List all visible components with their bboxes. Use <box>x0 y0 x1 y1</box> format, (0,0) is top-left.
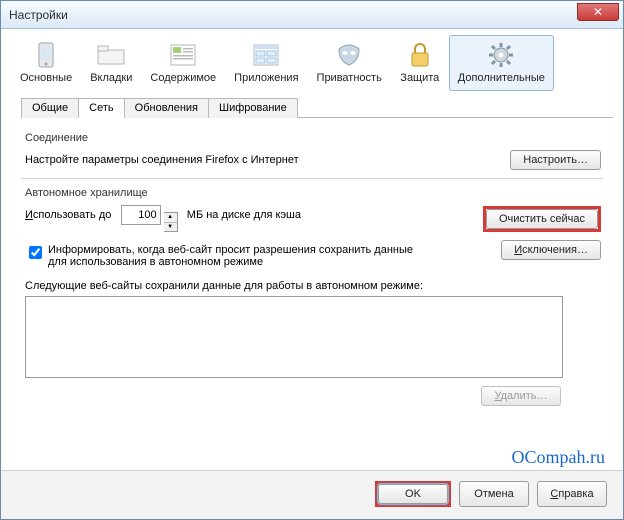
category-applications[interactable]: Приложения <box>225 35 307 91</box>
category-security[interactable]: Защита <box>391 35 449 91</box>
titlebar[interactable]: Настройки ✕ <box>1 1 623 29</box>
chevron-down-icon: ▼ <box>164 223 177 232</box>
delete-site-button: Удалить… <box>481 386 561 406</box>
category-label: Защита <box>400 72 439 84</box>
cache-size-row: Использовать до ▲▼ МБ на диске для кэша <box>25 205 301 232</box>
help-button[interactable]: Справка <box>537 481 607 507</box>
tab-network[interactable]: Сеть <box>78 98 124 118</box>
cache-size-suffix: МБ на диске для кэша <box>187 209 301 221</box>
close-icon: ✕ <box>593 5 603 19</box>
cache-size-spinner[interactable]: ▲▼ <box>164 212 178 232</box>
category-tabs[interactable]: Вкладки <box>81 35 141 91</box>
exceptions-button[interactable]: Исключения… <box>501 240 601 260</box>
category-privacy[interactable]: Приватность <box>308 35 391 91</box>
phone-icon <box>31 40 61 70</box>
category-label: Вкладки <box>90 72 132 84</box>
applications-icon <box>251 40 281 70</box>
configure-connection-button[interactable]: Настроить… <box>510 150 601 170</box>
category-label: Основные <box>20 72 72 84</box>
dialog-footer: OK Отмена Справка <box>1 470 623 519</box>
inform-offline-checkbox[interactable] <box>29 246 42 259</box>
tab-general[interactable]: Общие <box>21 98 79 118</box>
watermark-text: OCompah.ru <box>1 443 623 470</box>
lock-icon <box>405 40 435 70</box>
cancel-button[interactable]: Отмена <box>459 481 529 507</box>
settings-window: Настройки ✕ Основные Вкладки Содержимое <box>0 0 624 520</box>
category-label: Дополнительные <box>458 72 545 84</box>
inform-offline-label: Информировать, когда веб-сайт просит раз… <box>48 244 428 268</box>
offline-sites-listbox[interactable] <box>25 296 563 378</box>
ok-button[interactable]: OK <box>378 484 448 504</box>
category-toolbar: Основные Вкладки Содержимое Приложения П… <box>1 29 623 91</box>
offline-sites-label: Следующие веб-сайты сохранили данные для… <box>25 280 603 292</box>
clear-cache-now-button[interactable]: Очистить сейчас <box>486 209 598 229</box>
tab-encryption[interactable]: Шифрование <box>208 98 298 118</box>
storage-group-label: Автономное хранилище <box>25 187 603 199</box>
cache-size-input[interactable] <box>121 205 161 225</box>
category-content[interactable]: Содержимое <box>141 35 225 91</box>
category-label: Приватность <box>317 72 382 84</box>
divider <box>21 178 603 179</box>
window-title: Настройки <box>9 8 68 22</box>
category-label: Приложения <box>234 72 298 84</box>
tab-content: Соединение Настройте параметры соединени… <box>19 118 605 443</box>
mask-icon <box>334 40 364 70</box>
advanced-tabs: Общие Сеть Обновления Шифрование <box>21 97 613 118</box>
content-icon <box>168 40 198 70</box>
tab-updates[interactable]: Обновления <box>124 98 209 118</box>
category-general[interactable]: Основные <box>11 35 81 91</box>
chevron-up-icon: ▲ <box>164 213 177 223</box>
category-label: Содержимое <box>150 72 216 84</box>
category-advanced[interactable]: Дополнительные <box>449 35 554 91</box>
close-button[interactable]: ✕ <box>577 3 619 21</box>
gear-icon <box>486 40 516 70</box>
folder-icon <box>96 40 126 70</box>
connection-group-label: Соединение <box>25 132 603 144</box>
connection-description: Настройте параметры соединения Firefox с… <box>25 154 299 166</box>
